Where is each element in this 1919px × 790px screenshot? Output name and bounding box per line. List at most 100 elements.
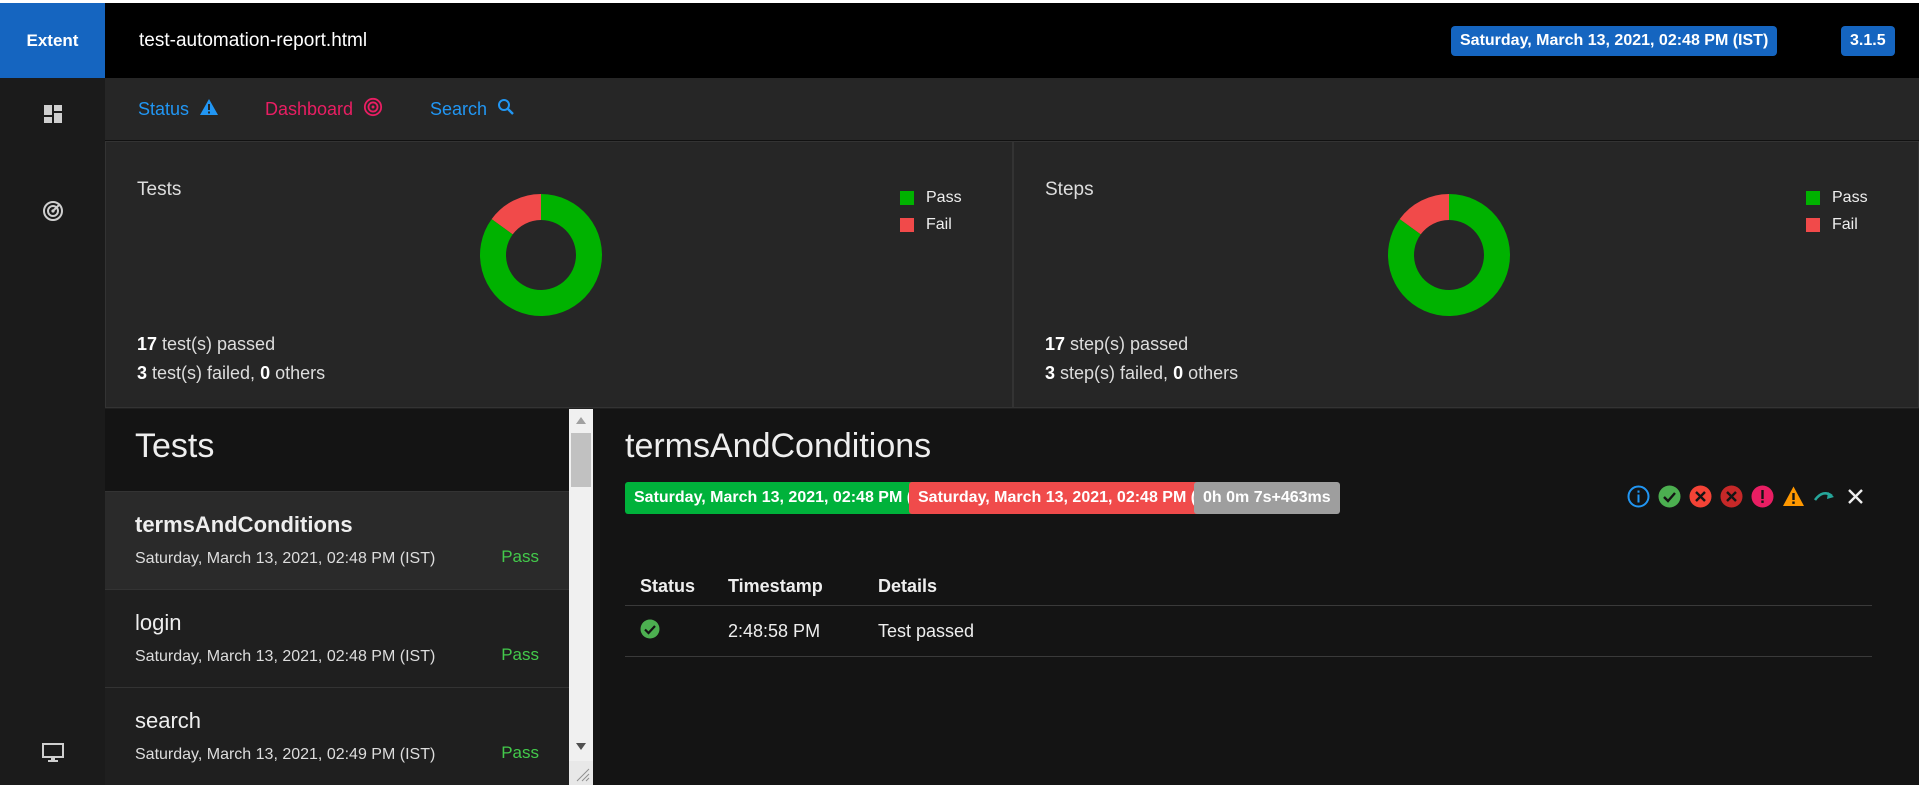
info-icon[interactable] (1627, 485, 1650, 508)
panel-title: Steps (1045, 179, 1094, 200)
skip-icon[interactable] (1813, 485, 1836, 508)
fatal-icon[interactable] (1720, 485, 1743, 508)
tests-legend: Pass Fail (900, 184, 962, 238)
top-bar: Extent test-automation-report.html Satur… (0, 3, 1919, 78)
warning-icon (199, 98, 219, 121)
steps-legend: Pass Fail (1806, 184, 1868, 238)
dashboard-grid-icon[interactable] (40, 101, 66, 127)
test-name: termsAndConditions (135, 512, 353, 537)
step-details: Test passed (863, 605, 1872, 657)
target-icon[interactable] (40, 198, 66, 224)
report-app: Extent test-automation-report.html Satur… (0, 3, 1919, 785)
fail-icon[interactable] (1689, 485, 1712, 508)
legend-pass-swatch (900, 190, 914, 205)
report-name: test-automation-report.html (139, 30, 368, 51)
search-link[interactable]: Search (430, 78, 515, 140)
legend-pass-swatch (1806, 190, 1820, 205)
error-icon[interactable] (1751, 485, 1774, 508)
version-badge: 3.1.5 (1841, 26, 1895, 56)
passed-text: test(s) passed (157, 334, 276, 354)
close-icon[interactable] (1844, 485, 1867, 508)
scroll-thumb[interactable] (571, 433, 591, 487)
test-status: Pass (501, 547, 539, 566)
failed-text: test(s) failed, (147, 363, 261, 383)
search-label: Search (430, 98, 488, 119)
step-status-cell (625, 605, 713, 657)
test-detail-title: termsAndConditions (625, 427, 932, 465)
pass-check-icon (640, 619, 660, 643)
sub-nav: Status Dashboard Search (105, 78, 1919, 141)
dashboard-label: Dashboard (265, 98, 354, 119)
legend-pass-label: Pass (1832, 188, 1868, 206)
table-row: 2:48:58 PM Test passed (625, 605, 1872, 657)
legend-pass[interactable]: Pass (900, 184, 962, 211)
tests-passed-stat: 17 test(s) passed (137, 334, 275, 355)
others-count: 0 (260, 363, 271, 383)
test-name: login (135, 610, 182, 635)
legend-fail[interactable]: Fail (900, 211, 962, 238)
test-steps-table: Status Timestamp Details 2:48:58 PM Test… (625, 567, 1872, 657)
scroll-up-arrow[interactable] (576, 417, 586, 424)
test-time: Saturday, March 13, 2021, 02:49 PM (IST) (135, 746, 436, 763)
test-detail-pane: termsAndConditions Saturday, March 13, 2… (593, 409, 1919, 785)
report-date-badge: Saturday, March 13, 2021, 02:48 PM (IST) (1451, 26, 1778, 56)
panel-title: Tests (137, 179, 182, 200)
steps-passed-stat: 17 step(s) passed (1045, 334, 1188, 355)
test-list-item[interactable]: search Saturday, March 13, 2021, 02:49 P… (105, 687, 569, 785)
status-label: Status (138, 98, 190, 119)
brand-logo[interactable]: Extent (0, 3, 105, 78)
test-list-pane: Tests termsAndConditions Saturday, March… (105, 409, 569, 785)
passed-text: step(s) passed (1065, 334, 1189, 354)
passed-count: 17 (1045, 334, 1066, 354)
warning-icon[interactable] (1782, 485, 1805, 508)
side-nav (0, 78, 105, 785)
target-icon (363, 97, 383, 122)
test-list-item[interactable]: login Saturday, March 13, 2021, 02:48 PM… (105, 589, 569, 687)
end-time-badge: Saturday, March 13, 2021, 02:48 PM (IST) (909, 482, 1236, 514)
steps-donut-chart (1388, 194, 1510, 316)
legend-pass-label: Pass (926, 188, 962, 206)
tests-donut-chart (480, 194, 602, 316)
resize-grip[interactable] (569, 761, 593, 785)
passed-count: 17 (137, 334, 158, 354)
others-text: others (1183, 363, 1239, 383)
failed-count: 3 (137, 363, 148, 383)
scroll-down-arrow[interactable] (576, 743, 586, 750)
column-header-details: Details (863, 567, 1872, 606)
pass-icon[interactable] (1658, 485, 1681, 508)
table-header-row: Status Timestamp Details (625, 567, 1872, 606)
legend-fail-label: Fail (1832, 215, 1858, 233)
test-list-item[interactable]: termsAndConditions Saturday, March 13, 2… (105, 491, 569, 589)
test-list-title: Tests (135, 427, 215, 465)
failed-count: 3 (1045, 363, 1056, 383)
column-header-timestamp: Timestamp (713, 567, 863, 606)
legend-fail[interactable]: Fail (1806, 211, 1868, 238)
monitor-icon[interactable] (40, 740, 66, 766)
test-list-header: Tests (105, 409, 569, 491)
step-timestamp: 2:48:58 PM (713, 605, 863, 657)
legend-fail-label: Fail (926, 215, 952, 233)
status-link[interactable]: Status (138, 78, 219, 140)
test-time: Saturday, March 13, 2021, 02:48 PM (IST) (135, 648, 436, 665)
duration-badge: 0h 0m 7s+463ms (1194, 482, 1340, 514)
legend-pass[interactable]: Pass (1806, 184, 1868, 211)
steps-summary-panel: Steps Pass Fail 17 step(s) passed 3 step… (1013, 141, 1919, 408)
test-list-scrollbar[interactable] (569, 409, 593, 785)
column-header-status: Status (625, 567, 713, 606)
status-filter-icons (1627, 485, 1867, 508)
tests-summary-panel: Tests Pass Fail 17 test(s) passed 3 test… (105, 141, 1013, 408)
start-time-badge: Saturday, March 13, 2021, 02:48 PM (IST) (625, 482, 952, 514)
test-status: Pass (501, 743, 539, 762)
search-icon (497, 98, 515, 121)
test-status: Pass (501, 645, 539, 664)
legend-fail-swatch (900, 217, 914, 232)
legend-fail-swatch (1806, 217, 1820, 232)
others-count: 0 (1173, 363, 1184, 383)
dashboard-link[interactable]: Dashboard (265, 78, 383, 140)
failed-text: step(s) failed, (1055, 363, 1174, 383)
test-time: Saturday, March 13, 2021, 02:48 PM (IST) (135, 550, 436, 567)
others-text: others (270, 363, 326, 383)
tests-failed-stat: 3 test(s) failed, 0 others (137, 363, 325, 384)
test-name: search (135, 708, 202, 733)
steps-failed-stat: 3 step(s) failed, 0 others (1045, 363, 1238, 384)
